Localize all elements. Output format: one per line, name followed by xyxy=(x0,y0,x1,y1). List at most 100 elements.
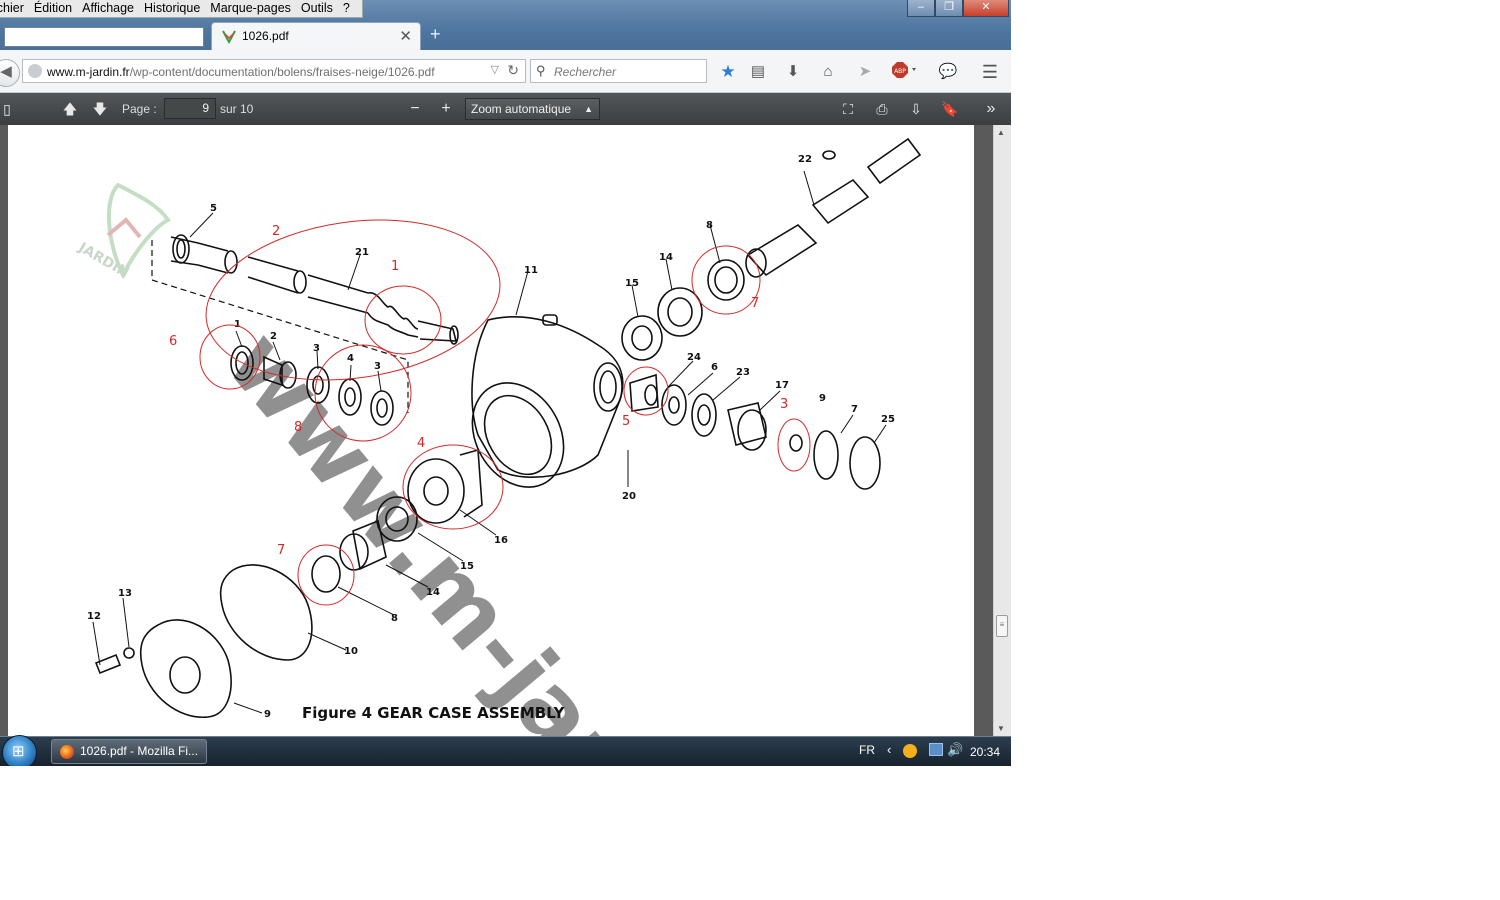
pdf-page[interactable]: JARDIN www.m-jar 5 21 1 2 3 4 3 11 8 14 … xyxy=(8,125,974,736)
red-label: 5 xyxy=(622,414,630,429)
chat-icon[interactable]: 💬 xyxy=(938,62,958,82)
menu-help[interactable]: ? xyxy=(338,0,355,17)
zoom-out-button[interactable]: − xyxy=(405,99,425,119)
red-label: 7 xyxy=(751,296,759,311)
restore-button[interactable]: ❐ xyxy=(935,0,963,17)
part-label: 14 xyxy=(659,252,673,263)
red-label: 6 xyxy=(169,334,177,349)
search-box[interactable]: ⚲ Rechercher xyxy=(530,59,707,83)
reload-icon[interactable]: ↻ xyxy=(507,62,519,79)
part-label: 15 xyxy=(625,278,639,289)
page-number-input[interactable]: 9 xyxy=(164,98,216,119)
red-label: 8 xyxy=(294,420,302,435)
part-label: 9 xyxy=(819,393,826,404)
url-text: www.m-jardin.fr/wp-content/documentation… xyxy=(47,65,435,79)
menu-marque-pages[interactable]: Marque-pages xyxy=(205,0,296,17)
red-label: 4 xyxy=(417,436,425,451)
site-favicon-icon xyxy=(222,30,236,44)
part-label: 5 xyxy=(210,203,217,214)
page-label: Page : xyxy=(122,102,157,116)
part-label: 11 xyxy=(524,265,538,276)
page-count: sur 10 xyxy=(220,102,254,116)
taskbar-item-firefox[interactable]: 1026.pdf - Mozilla Fi... xyxy=(51,739,207,764)
part-label: 14 xyxy=(426,587,440,598)
part-label: 22 xyxy=(798,154,812,165)
url-domain: www.m-jardin.fr xyxy=(47,65,130,79)
taskbar: ⊞ 1026.pdf - Mozilla Fi... FR ‹ 🔊 20:34 xyxy=(0,735,1011,766)
menu-bar: ichier Édition Affichage Historique Marq… xyxy=(0,0,363,18)
part-label: 25 xyxy=(881,414,895,425)
part-label: 23 xyxy=(736,367,750,378)
zoom-select[interactable]: Zoom automatique ▲▼ xyxy=(465,98,600,134)
tray-app-icon[interactable] xyxy=(903,744,917,758)
language-indicator[interactable]: FR xyxy=(859,743,875,757)
minimize-button[interactable]: – xyxy=(907,0,935,17)
prev-page-icon[interactable]: 🡅 xyxy=(60,99,80,119)
part-label: 24 xyxy=(687,352,701,363)
url-bar[interactable]: www.m-jardin.fr/wp-content/documentation… xyxy=(22,59,526,83)
zoom-value: Zoom automatique xyxy=(471,102,572,116)
scroll-thumb[interactable]: ≡ xyxy=(996,615,1008,637)
svg-text:ABP: ABP xyxy=(894,68,906,75)
download-icon[interactable]: ⬇ xyxy=(783,62,803,82)
part-label: 1 xyxy=(234,319,241,330)
tray-expand-icon[interactable]: ‹ xyxy=(887,742,891,757)
bookmark-star-icon[interactable]: ★ xyxy=(718,62,738,82)
adblock-icon[interactable]: ABP xyxy=(892,62,920,82)
print-icon[interactable]: ⎙ xyxy=(872,99,892,119)
menu-outils[interactable]: Outils xyxy=(296,0,338,17)
clock[interactable]: 20:34 xyxy=(970,745,1000,759)
part-label: 3 xyxy=(374,361,381,372)
new-tab-button[interactable]: + xyxy=(430,24,441,45)
red-label: 1 xyxy=(391,259,399,274)
part-label: 13 xyxy=(118,588,132,599)
back-button[interactable]: ◀ xyxy=(0,59,20,87)
menu-icon[interactable]: ☰ xyxy=(980,62,1000,82)
part-label: 9 xyxy=(264,709,271,720)
part-label: 20 xyxy=(622,491,636,502)
window-titlebar: ichier Édition Affichage Historique Marq… xyxy=(0,0,1011,50)
windows-logo-icon: ⊞ xyxy=(12,743,25,760)
desktop-screen: ichier Édition Affichage Historique Marq… xyxy=(0,0,1011,766)
part-label: 21 xyxy=(355,247,369,258)
start-button[interactable]: ⊞ xyxy=(2,735,37,766)
back-arrow-icon: ◀ xyxy=(0,63,12,80)
send-icon[interactable]: ➤ xyxy=(855,62,875,82)
network-icon[interactable] xyxy=(929,743,943,756)
bookmark-icon[interactable]: 🔖 xyxy=(940,99,960,119)
part-label: 2 xyxy=(270,331,277,342)
home-icon[interactable]: ⌂ xyxy=(818,62,838,82)
url-path: /wp-content/documentation/bolens/fraises… xyxy=(129,65,435,79)
url-dropdown-icon[interactable]: ▽ xyxy=(491,63,499,76)
tab-title: 1026.pdf xyxy=(242,29,289,43)
part-label: 4 xyxy=(347,353,354,364)
menu-fichier[interactable]: ichier xyxy=(0,0,29,17)
scroll-up-icon[interactable]: ▲ xyxy=(997,128,1005,137)
pdf-viewer: JARDIN www.m-jar 5 21 1 2 3 4 3 11 8 14 … xyxy=(0,125,1011,736)
tab-search-field[interactable] xyxy=(4,27,204,47)
part-label: 7 xyxy=(851,404,858,415)
pdf-toolbar: ▯ 🡅 🡇 Page : 9 sur 10 − + Zoom automatiq… xyxy=(0,93,1011,134)
navigation-bar: ◀ www.m-jardin.fr/wp-content/documentati… xyxy=(0,50,1011,93)
sidebar-toggle-icon[interactable]: ▯ xyxy=(0,99,14,119)
menu-affichage[interactable]: Affichage xyxy=(77,0,139,17)
tab-close-icon[interactable]: ✕ xyxy=(399,27,412,45)
save-icon[interactable]: ⇩ xyxy=(906,99,926,119)
fullscreen-icon[interactable]: ⛶ xyxy=(838,99,858,119)
close-window-button[interactable]: ✕ xyxy=(963,0,1009,17)
vertical-scrollbar[interactable]: ▲ ≡ ▼ xyxy=(993,125,1011,736)
part-label: 8 xyxy=(706,220,713,231)
menu-edition[interactable]: Édition xyxy=(29,0,77,17)
red-label: 2 xyxy=(272,224,280,239)
menu-historique[interactable]: Historique xyxy=(139,0,205,17)
red-label: 3 xyxy=(780,397,788,412)
reading-list-icon[interactable]: ▤ xyxy=(748,62,768,82)
tab-active[interactable]: 1026.pdf ✕ xyxy=(211,22,421,50)
site-identity-icon[interactable] xyxy=(28,64,42,78)
scroll-down-icon[interactable]: ▼ xyxy=(997,724,1005,733)
more-tools-icon[interactable]: » xyxy=(980,99,1002,119)
zoom-in-button[interactable]: + xyxy=(436,99,456,119)
volume-icon[interactable]: 🔊 xyxy=(947,742,963,758)
next-page-icon[interactable]: 🡇 xyxy=(90,99,110,119)
jardin-logo: JARDIN xyxy=(75,182,171,281)
